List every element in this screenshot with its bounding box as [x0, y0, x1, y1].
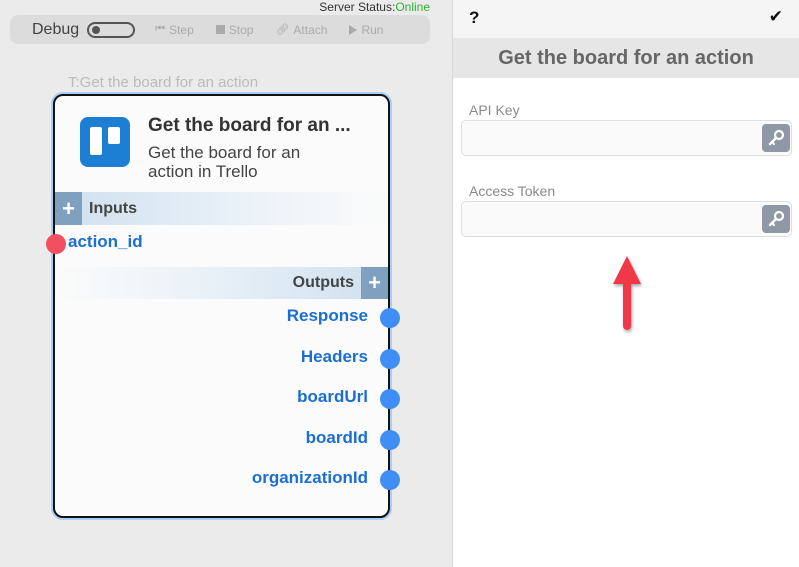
- panel-toolbar: ? ✔: [453, 0, 799, 38]
- node-title: Get the board for an ...: [148, 115, 351, 136]
- input-port-action-id[interactable]: [46, 234, 66, 254]
- attach-button-label: Attach: [293, 22, 328, 37]
- check-icon[interactable]: ✔: [769, 7, 783, 27]
- add-input-button[interactable]: +: [55, 192, 82, 225]
- step-button-label: Step: [169, 22, 194, 37]
- api-key-button[interactable]: [762, 124, 790, 152]
- output-label-headers: Headers: [300, 347, 368, 366]
- server-status: Server Status:Online: [319, 0, 430, 14]
- server-status-value: Online: [395, 0, 430, 14]
- output-port-headers[interactable]: [380, 349, 400, 369]
- outputs-section-header: Outputs +: [55, 267, 388, 299]
- api-key-label: API Key: [469, 102, 520, 118]
- key-icon: [768, 210, 785, 227]
- output-label-response: Response: [286, 306, 368, 325]
- output-label-boardid: boardId: [305, 428, 368, 447]
- panel-title: Get the board for an action: [498, 46, 754, 69]
- access-token-button[interactable]: [762, 205, 790, 233]
- api-key-field: [461, 120, 792, 156]
- output-label-organizationid: organizationId: [251, 468, 368, 487]
- node-description: Get the board for an action in Trello: [148, 143, 301, 181]
- stop-button[interactable]: Stop: [215, 22, 254, 37]
- run-button-label: Run: [361, 22, 384, 37]
- output-port-boardid[interactable]: [380, 430, 400, 450]
- output-port-organizationid[interactable]: [380, 470, 400, 490]
- attach-button[interactable]: 🔗︎ Attach: [275, 23, 327, 37]
- input-label-action-id: action_id: [68, 232, 143, 251]
- trello-icon: [80, 117, 130, 167]
- debug-label: Debug: [32, 20, 80, 38]
- plus-icon: +: [62, 195, 75, 221]
- api-key-input[interactable]: [462, 121, 752, 155]
- stop-icon: [215, 25, 225, 34]
- annotation-arrow-icon: [613, 256, 641, 330]
- output-port-boardurl[interactable]: [380, 389, 400, 409]
- access-token-label: Access Token: [469, 183, 556, 199]
- node-caption: T:Get the board for an action: [68, 74, 259, 91]
- help-icon[interactable]: ?: [469, 8, 479, 28]
- node-header: Get the board for an ... Get the board f…: [55, 96, 388, 194]
- flow-canvas[interactable]: Server Status:Online Debug ⏮ Step Stop 🔗…: [0, 0, 452, 567]
- debug-toolbar: Debug ⏮ Step Stop 🔗︎ Attach Run: [10, 15, 430, 44]
- trello-node[interactable]: Get the board for an ... Get the board f…: [46, 94, 400, 518]
- output-port-response[interactable]: [380, 308, 400, 328]
- stop-button-label: Stop: [228, 22, 254, 37]
- add-output-button[interactable]: +: [361, 267, 388, 299]
- server-status-label: Server Status:: [319, 0, 396, 14]
- play-icon: [349, 24, 358, 35]
- access-token-input[interactable]: [462, 202, 752, 236]
- key-icon: [768, 129, 785, 146]
- access-token-field: [461, 201, 792, 237]
- output-label-boardurl: boardUrl: [297, 387, 368, 406]
- run-button[interactable]: Run: [349, 23, 383, 37]
- panel-title-bar: Get the board for an action: [453, 38, 799, 78]
- plus-icon: +: [368, 270, 381, 295]
- inputs-section-header: + Inputs: [55, 192, 388, 225]
- step-icon: ⏮: [155, 23, 166, 35]
- inputs-label: Inputs: [89, 199, 137, 217]
- link-icon: 🔗︎: [275, 24, 290, 36]
- step-button[interactable]: ⏮ Step: [155, 23, 194, 37]
- toggle-knob: [92, 25, 101, 34]
- outputs-label: Outputs: [292, 274, 354, 291]
- debug-toggle[interactable]: [87, 21, 136, 38]
